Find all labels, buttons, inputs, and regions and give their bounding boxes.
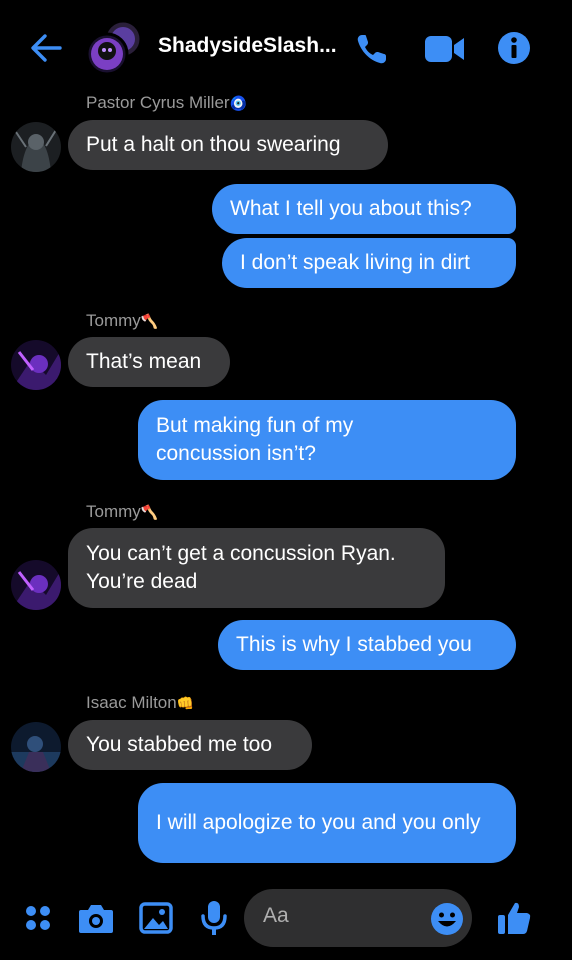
- axe-icon: 🪓: [140, 313, 159, 329]
- message-text: Put a halt on thou swearing: [86, 133, 341, 156]
- avatar[interactable]: [11, 560, 61, 610]
- group-avatar[interactable]: [85, 19, 143, 76]
- message-input-placeholder: Aa: [263, 904, 289, 927]
- message-text: But making fun of my concussion isn’t?: [156, 414, 354, 465]
- avatar-image: [11, 122, 61, 172]
- video-camera-icon[interactable]: [425, 36, 465, 62]
- fist-bump-icon: 👊: [176, 695, 195, 711]
- message-text: That’s mean: [86, 350, 202, 373]
- thumbs-up-icon[interactable]: [497, 900, 531, 936]
- axe-icon: 🪓: [140, 504, 159, 520]
- sender-name-text: Tommy: [86, 311, 141, 330]
- image-icon[interactable]: [139, 902, 173, 934]
- phone-icon[interactable]: [355, 32, 389, 66]
- emoji-icon[interactable]: [430, 902, 464, 936]
- message-text: You stabbed me too: [86, 733, 273, 756]
- message-bubble-incoming[interactable]: You can’t get a concussion Ryan. You’re …: [68, 528, 445, 608]
- chat-header: ShadysideSlash...: [0, 0, 572, 92]
- group-avatar-image: [85, 19, 143, 76]
- microphone-icon[interactable]: [201, 900, 227, 936]
- sender-name-text: Tommy: [86, 502, 141, 521]
- message-text: I don’t speak living in dirt: [240, 251, 470, 274]
- avatar[interactable]: [11, 122, 61, 172]
- sender-name: Pastor Cyrus Miller🧿: [86, 93, 247, 113]
- avatar[interactable]: [11, 340, 61, 390]
- sender-name: Isaac Milton👊: [86, 693, 194, 713]
- apps-icon[interactable]: [24, 904, 52, 932]
- avatar-image: [11, 560, 61, 610]
- nazar-amulet-icon: 🧿: [229, 95, 248, 111]
- avatar-image: [11, 722, 61, 772]
- arrow-left-icon[interactable]: [30, 33, 62, 63]
- sender-name: Tommy🪓: [86, 502, 158, 522]
- message-bubble-incoming[interactable]: Put a halt on thou swearing: [68, 120, 388, 170]
- message-text: You can’t get a concussion Ryan. You’re …: [86, 542, 396, 593]
- message-bubble-outgoing[interactable]: What I tell you about this?: [212, 184, 516, 234]
- message-bubble-incoming[interactable]: That’s mean: [68, 337, 230, 387]
- sender-name-text: Isaac Milton: [86, 693, 177, 712]
- message-bubble-incoming[interactable]: You stabbed me too: [68, 720, 312, 770]
- sender-name: Tommy🪓: [86, 311, 158, 331]
- avatar[interactable]: [11, 722, 61, 772]
- message-bubble-outgoing[interactable]: I don’t speak living in dirt: [222, 238, 516, 288]
- message-text: What I tell you about this?: [230, 197, 472, 220]
- sender-name-text: Pastor Cyrus Miller: [86, 93, 230, 112]
- message-bubble-outgoing[interactable]: I will apologize to you and you only: [138, 783, 516, 863]
- camera-icon[interactable]: [78, 902, 114, 934]
- chat-title[interactable]: ShadysideSlash...: [158, 34, 337, 58]
- info-icon[interactable]: [497, 31, 531, 65]
- message-bubble-outgoing[interactable]: But making fun of my concussion isn’t?: [138, 400, 516, 480]
- message-bubble-outgoing[interactable]: This is why I stabbed you: [218, 620, 516, 670]
- message-text: This is why I stabbed you: [236, 633, 472, 656]
- avatar-image: [11, 340, 61, 390]
- message-text: I will apologize to you and you only: [156, 811, 481, 834]
